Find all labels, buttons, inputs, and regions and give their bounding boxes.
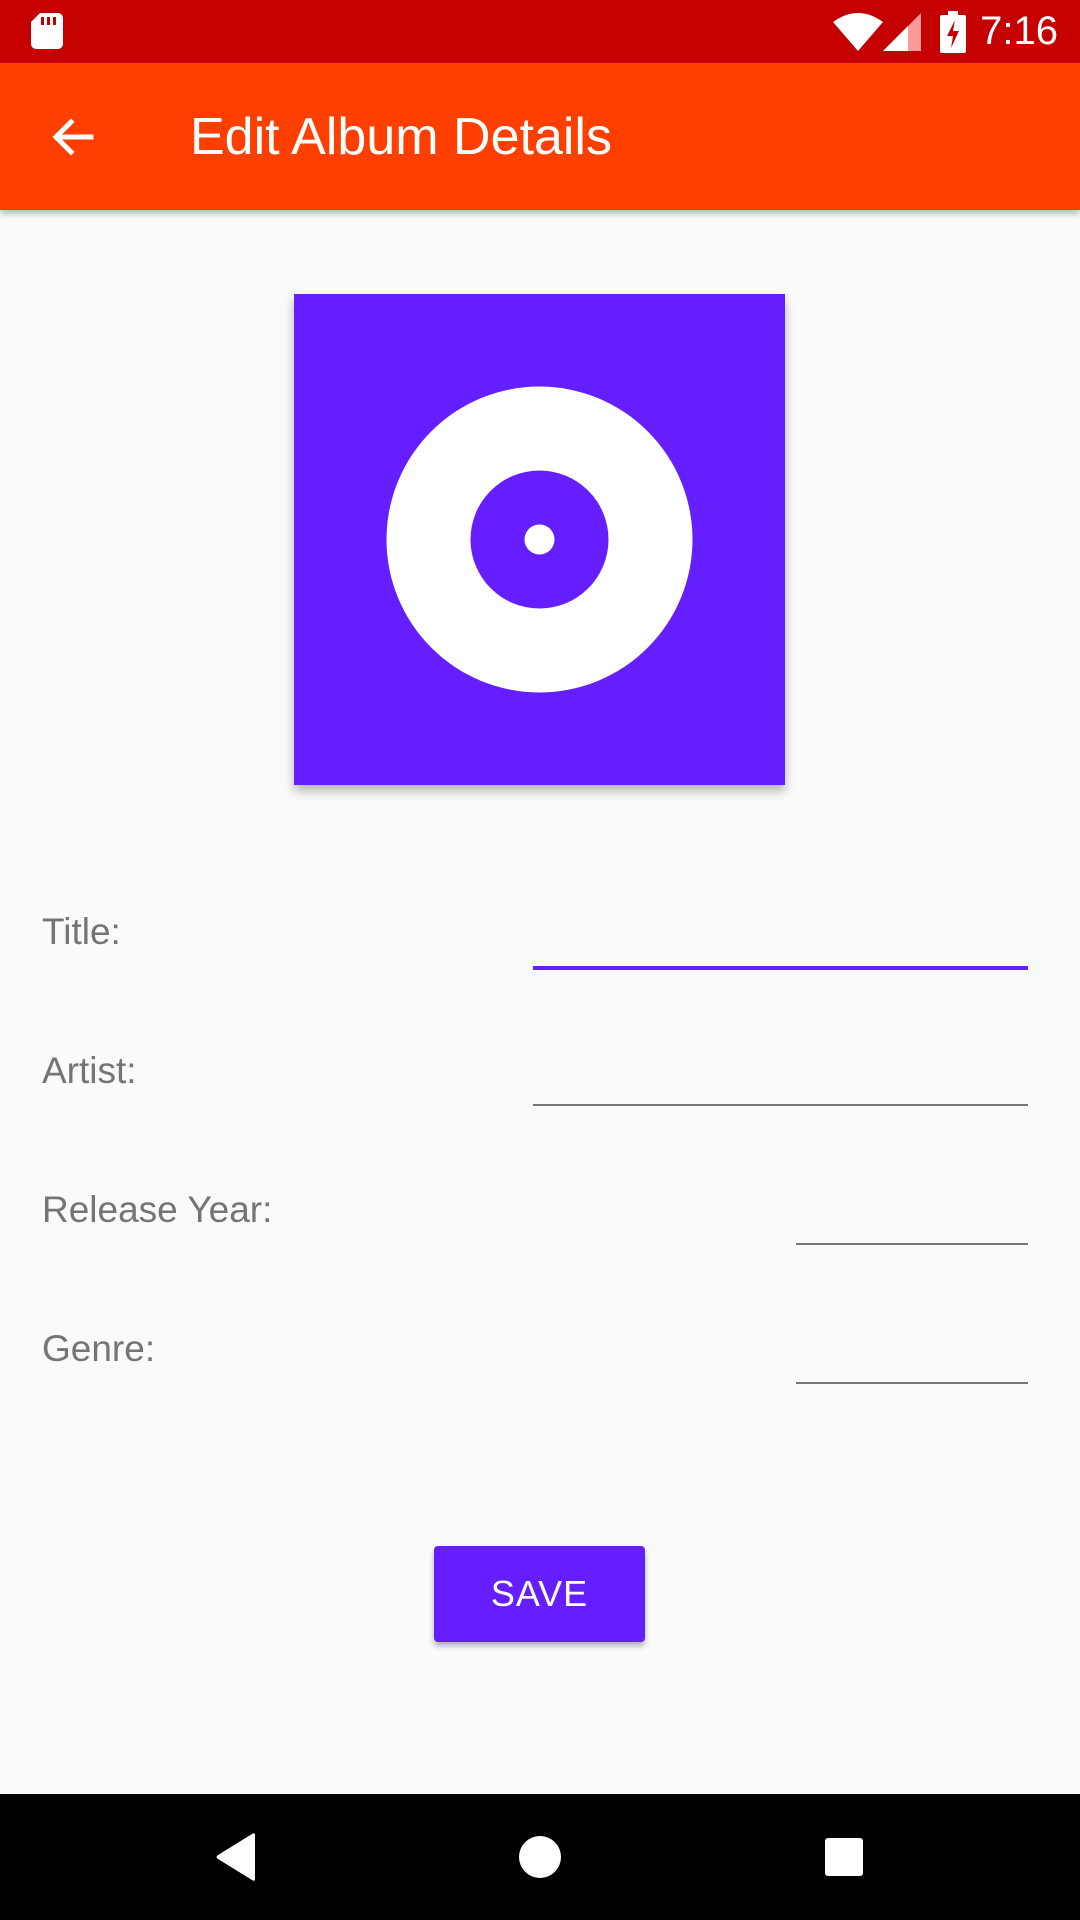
sd-card-icon: [31, 13, 63, 49]
app-bar: Edit Album Details: [0, 63, 1080, 210]
nav-back-button[interactable]: [196, 1817, 276, 1897]
title-label: Title:: [42, 911, 121, 952]
genre-input[interactable]: [796, 1322, 1028, 1382]
page-title: Edit Album Details: [190, 108, 612, 166]
arrow-back-icon: [52, 118, 94, 156]
release-year-input[interactable]: [796, 1183, 1028, 1243]
back-button[interactable]: [30, 107, 116, 167]
battery-charging-icon: [940, 11, 966, 53]
genre-label: Genre:: [42, 1328, 156, 1369]
nav-home-button[interactable]: [500, 1817, 580, 1897]
save-button[interactable]: SAVE: [434, 1546, 645, 1642]
status-time: 7:16: [980, 9, 1058, 53]
title-underline: [533, 966, 1028, 970]
release-year-label: Release Year:: [42, 1189, 273, 1230]
album-art[interactable]: [294, 294, 785, 785]
genre-underline: [796, 1382, 1028, 1384]
signal-icon: [883, 13, 921, 51]
navigation-bar: [0, 1794, 1080, 1920]
recents-square-icon: [825, 1838, 863, 1876]
album-disc-icon: [386, 386, 693, 693]
home-circle-icon: [519, 1836, 561, 1878]
back-triangle-icon: [216, 1833, 255, 1881]
artist-input[interactable]: [533, 1044, 1028, 1104]
artist-underline: [533, 1104, 1028, 1106]
status-bar: 7:16: [0, 0, 1080, 63]
release-year-underline: [796, 1243, 1028, 1245]
nav-recents-button[interactable]: [804, 1817, 884, 1897]
artist-label: Artist:: [42, 1050, 137, 1091]
title-input[interactable]: [533, 906, 1028, 966]
wifi-icon: [833, 13, 883, 51]
